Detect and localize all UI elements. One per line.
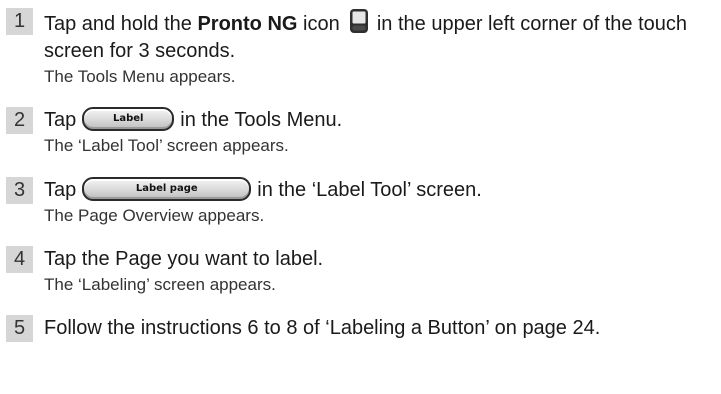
step-number: 5 (6, 315, 33, 342)
step-result: The Page Overview appears. (44, 206, 265, 225)
step-2: 2 Tap Label in the Tools Menu. The ‘Label … (6, 106, 718, 157)
step-5: 5 Follow the instructions 6 to 8 of ‘Lab… (6, 315, 718, 342)
step-text: Tap (44, 179, 77, 201)
step-3: 3 Tap Label page in the ‘Label Tool’ scree… (6, 176, 718, 227)
step-text: in the Tools Menu. (180, 109, 343, 131)
step-text: Tap (44, 109, 77, 131)
step-instruction: Tap Label page in the ‘Label Tool’ screen. (44, 176, 718, 204)
label-page-button[interactable]: Label page (82, 176, 252, 201)
step-result: The ‘Label Tool’ screen appears. (44, 136, 289, 155)
step-number: 1 (6, 8, 33, 35)
step-instruction: Follow the instructions 6 to 8 of ‘Label… (44, 317, 601, 339)
instruction-steps: 1 Tap and hold the Pronto NG icon in the… (6, 8, 718, 342)
step-number: 4 (6, 246, 33, 273)
pronto-device-icon (349, 8, 369, 34)
label-button[interactable]: Label (82, 106, 175, 131)
step-result: The ‘Labeling’ screen appears. (44, 275, 276, 294)
step-text: Tap and hold the (44, 13, 198, 35)
step-4: 4 Tap the Page you want to label. The ‘L… (6, 246, 718, 296)
step-text: icon (297, 13, 346, 35)
step-instruction: Tap Label in the Tools Menu. (44, 106, 718, 134)
step-number: 2 (6, 107, 33, 134)
step-instruction: Tap and hold the Pronto NG icon in the u… (44, 8, 721, 65)
step-1: 1 Tap and hold the Pronto NG icon in the… (6, 8, 718, 88)
step-text: in the ‘Label Tool’ screen. (257, 179, 482, 201)
product-name: Pronto NG (197, 13, 298, 35)
step-number: 3 (6, 177, 33, 204)
step-result: The Tools Menu appears. (44, 67, 236, 86)
step-instruction: Tap the Page you want to label. (44, 248, 324, 270)
